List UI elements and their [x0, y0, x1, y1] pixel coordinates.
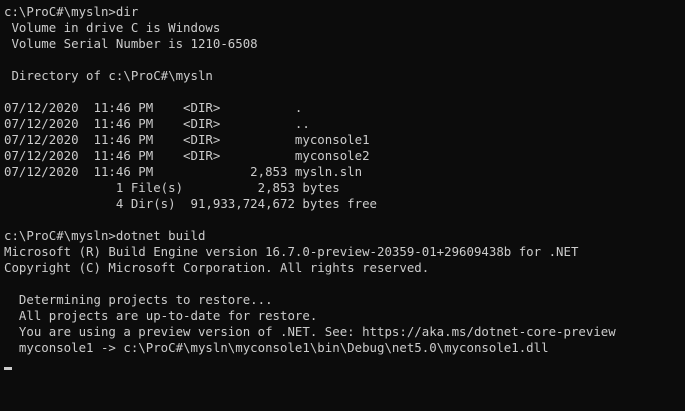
terminal-line: All projects are up-to-date for restore. — [4, 308, 318, 323]
terminal-line: Volume Serial Number is 1210-6508 — [4, 36, 258, 51]
terminal-line: Directory of c:\ProC#\mysln — [4, 68, 213, 83]
terminal-line: Microsoft (R) Build Engine version 16.7.… — [4, 244, 579, 259]
terminal-line: c:\ProC#\mysln>dir — [4, 4, 139, 19]
terminal-line: 4 Dir(s) 91,933,724,672 bytes free — [4, 196, 377, 211]
terminal-line: You are using a preview version of .NET.… — [4, 324, 616, 339]
terminal-line: 1 File(s) 2,853 bytes — [4, 180, 340, 195]
terminal-line: 07/12/2020 11:46 PM <DIR> myconsole2 — [4, 148, 370, 163]
text-cursor — [4, 367, 12, 370]
terminal-line: myconsole1 -> c:\ProC#\mysln\myconsole1\… — [4, 340, 549, 355]
console-window[interactable]: c:\ProC#\mysln>dir Volume in drive C is … — [0, 0, 685, 411]
terminal-line: 07/12/2020 11:46 PM <DIR> myconsole1 — [4, 132, 370, 147]
terminal-line: 07/12/2020 11:46 PM 2,853 mysln.sln — [4, 164, 363, 179]
terminal-line: Determining projects to restore... — [4, 292, 273, 307]
terminal-line: 07/12/2020 11:46 PM <DIR> .. — [4, 116, 310, 131]
terminal-line: Volume in drive C is Windows — [4, 20, 221, 35]
terminal-line: 07/12/2020 11:46 PM <DIR> . — [4, 100, 303, 115]
terminal-line: c:\ProC#\mysln>dotnet build — [4, 228, 206, 243]
prompt-line[interactable] — [4, 356, 685, 372]
terminal-line: Copyright (C) Microsoft Corporation. All… — [4, 260, 430, 275]
